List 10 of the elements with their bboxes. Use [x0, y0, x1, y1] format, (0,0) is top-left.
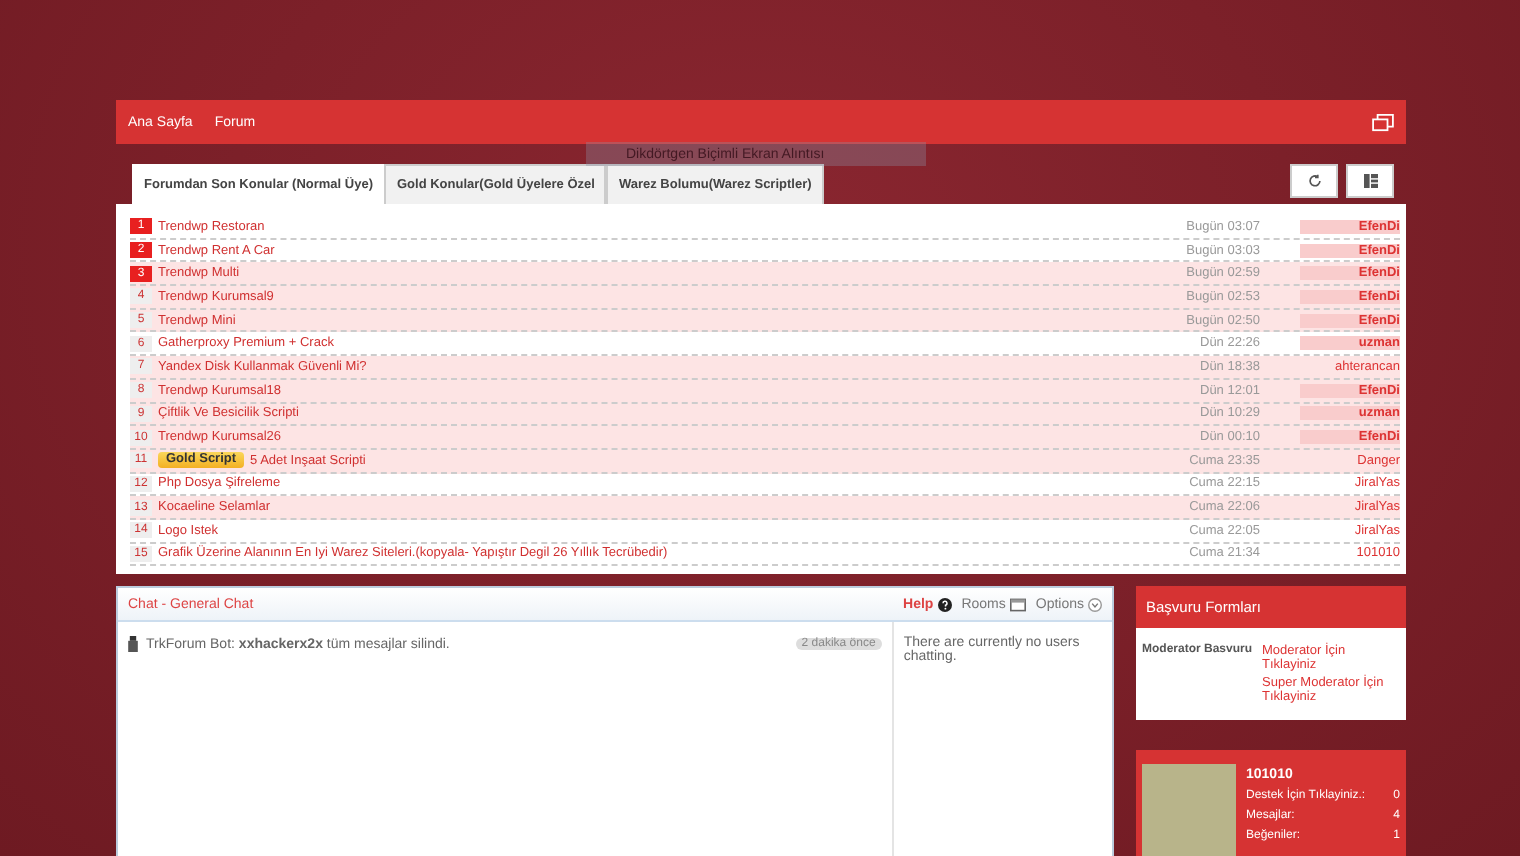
help-icon[interactable] [937, 597, 952, 612]
layout-icon [1363, 174, 1377, 188]
bot-icon [128, 636, 138, 653]
layout-button[interactable] [1346, 164, 1394, 198]
window-icon[interactable] [1009, 597, 1026, 612]
refresh-icon [1307, 174, 1321, 188]
caret-icon[interactable] [1088, 597, 1102, 612]
windows-icon[interactable] [1372, 113, 1394, 131]
refresh-button[interactable] [1290, 164, 1338, 198]
photo-placeholder [1142, 764, 1236, 856]
